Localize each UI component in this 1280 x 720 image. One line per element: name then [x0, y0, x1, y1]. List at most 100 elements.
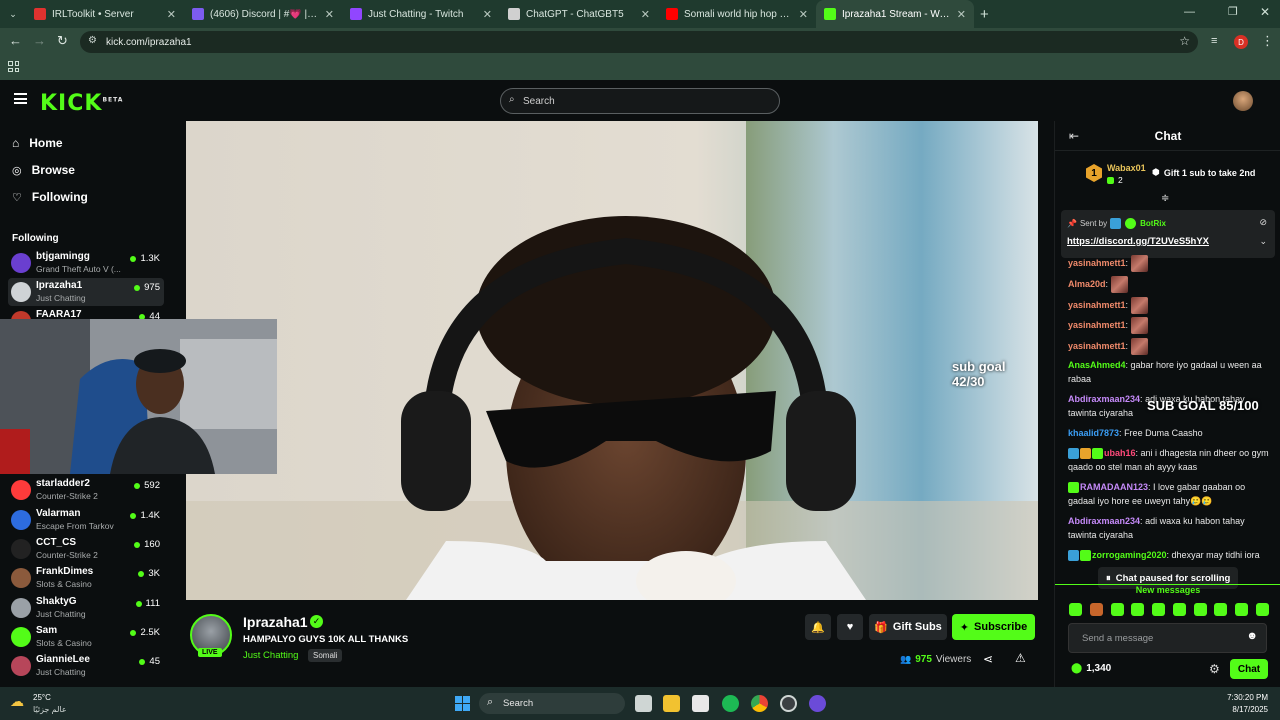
emote-icon[interactable]: [1110, 603, 1124, 616]
chat-message[interactable]: AnasAhmed4: gabar hore iyo gadaal u ween…: [1068, 358, 1274, 386]
chat-message[interactable]: yasinahmett1:: [1068, 338, 1274, 355]
chat-username[interactable]: Abdiraxmaan234: [1068, 394, 1140, 404]
chat-username[interactable]: Abdiraxmaan234: [1068, 516, 1140, 526]
subscribe-button[interactable]: ✦ Subscribe: [952, 614, 1035, 640]
chat-username[interactable]: zorrogaming2020: [1092, 550, 1167, 560]
close-window-button[interactable]: ✕: [1260, 5, 1270, 19]
emote-icon[interactable]: [1069, 603, 1082, 616]
task-view-icon[interactable]: [635, 695, 652, 712]
tab-close-icon[interactable]: ✕: [957, 8, 966, 21]
tab-close-icon[interactable]: ✕: [641, 8, 650, 21]
url-field[interactable]: ⚙ kick.com/iprazaha1 ☆: [80, 31, 1198, 53]
chat-username[interactable]: AnasAhmed4: [1068, 360, 1126, 370]
followed-channel[interactable]: Iprazaha1 Just Chatting 975: [8, 278, 164, 306]
tab-close-icon[interactable]: ✕: [483, 8, 492, 21]
chat-message[interactable]: zorrogaming2020: dhexyar may tidhi iora: [1068, 548, 1274, 562]
pinned-message[interactable]: 📌 Sent by BotRix https://discord.gg/T2UV…: [1061, 210, 1275, 258]
emote-icon[interactable]: [1089, 603, 1103, 616]
chat-message[interactable]: yasinahmett1:: [1068, 317, 1274, 334]
send-chat-button[interactable]: Chat: [1230, 659, 1268, 679]
followed-channel[interactable]: Sam Slots & Casino 2.5K: [8, 623, 164, 651]
taskbar-search[interactable]: ⌕ Search: [479, 693, 625, 714]
site-info-icon[interactable]: ⚙: [88, 35, 97, 46]
nav-browse[interactable]: ◎ Browse: [12, 160, 75, 180]
clock-date[interactable]: 8/17/2025: [1232, 705, 1268, 714]
minimize-button[interactable]: —: [1184, 6, 1195, 18]
followed-channel[interactable]: CCT_CS Counter-Strike 2 160: [8, 535, 164, 563]
nav-following[interactable]: ♡ Following: [12, 187, 88, 207]
clock-time[interactable]: 7:30:20 PM: [1227, 693, 1268, 702]
search-input[interactable]: ⌕ Search: [500, 88, 780, 114]
followed-channel[interactable]: GiannieLee Just Chatting 45: [8, 652, 164, 680]
back-arrow-icon[interactable]: ←: [9, 33, 22, 48]
tab-close-icon[interactable]: ✕: [325, 8, 334, 21]
browser-tab[interactable]: Somali world hip hop Tonight ✕: [658, 0, 816, 28]
browser-menu-icon[interactable]: ⋮: [1261, 33, 1274, 49]
chat-username[interactable]: yasinahmett1: [1068, 300, 1126, 310]
start-windows-icon[interactable]: [455, 696, 470, 711]
followed-channel[interactable]: ShaktyG Just Chatting 111: [8, 594, 164, 622]
emote-icon[interactable]: [1235, 603, 1249, 616]
report-warning-icon[interactable]: ⚠: [1015, 651, 1026, 665]
apps-grid-icon[interactable]: [8, 61, 19, 72]
user-avatar[interactable]: [1233, 91, 1253, 111]
chrome-profile-icon[interactable]: [780, 695, 797, 712]
chat-username[interactable]: yasinahmett1: [1068, 320, 1126, 330]
chat-settings-gear-icon[interactable]: ⚙: [1209, 662, 1220, 676]
bookmark-star-icon[interactable]: ☆: [1179, 34, 1190, 48]
emoji-icon[interactable]: ☻: [1246, 630, 1258, 642]
chat-message[interactable]: khaalid7873: Free Duma Caasho: [1068, 426, 1274, 440]
chat-username[interactable]: yasinahmett1: [1068, 258, 1126, 268]
reading-list-icon[interactable]: ≡: [1211, 35, 1217, 47]
chat-message[interactable]: Alma20d:: [1068, 276, 1274, 293]
chat-emote[interactable]: [1130, 297, 1148, 314]
picture-in-picture-cam[interactable]: [0, 319, 277, 474]
followed-channel[interactable]: Valarman Escape From Tarkov 1.4K: [8, 506, 164, 534]
channel-points[interactable]: ⬤ 1,340: [1071, 663, 1111, 674]
browser-tab[interactable]: ChatGPT - ChatGBT5 ✕: [500, 0, 658, 28]
app-icon[interactable]: [809, 695, 826, 712]
emote-icon[interactable]: [1214, 603, 1228, 616]
chevron-down-icon[interactable]: ⌄: [1259, 236, 1267, 247]
file-explorer-icon[interactable]: [663, 695, 680, 712]
emote-icon[interactable]: [1172, 603, 1186, 616]
pinned-link[interactable]: https://discord.gg/T2UVeS5hYX: [1067, 236, 1209, 247]
chat-username[interactable]: khaalid7873: [1068, 428, 1119, 438]
followed-channel[interactable]: FrankDimes Slots & Casino 3K: [8, 564, 164, 592]
chat-message[interactable]: RAMADAAN123: I love gabar gaaban oo gada…: [1068, 480, 1274, 508]
chrome-icon[interactable]: [751, 695, 768, 712]
unpin-icon[interactable]: ⊘: [1259, 217, 1267, 228]
expand-chevron-icon[interactable]: ≑: [1161, 193, 1169, 204]
weather-icon[interactable]: ☁: [10, 693, 24, 710]
restore-button[interactable]: ❐: [1228, 5, 1238, 18]
share-icon[interactable]: ⋖: [983, 652, 993, 666]
chat-emote[interactable]: [1130, 255, 1148, 272]
chat-username[interactable]: Alma20d: [1068, 279, 1106, 289]
tab-close-icon[interactable]: ✕: [167, 8, 176, 21]
store-icon[interactable]: [692, 695, 709, 712]
profile-avatar[interactable]: D: [1234, 35, 1248, 49]
tab-search-icon[interactable]: ⌄: [0, 0, 26, 28]
chat-message[interactable]: Abdiraxmaan234: adi waxa ku habon tahay …: [1068, 514, 1274, 542]
spotify-icon[interactable]: [722, 695, 739, 712]
chat-emote[interactable]: [1110, 276, 1128, 293]
channel-name[interactable]: Iprazaha1: [243, 614, 308, 630]
emote-icon[interactable]: [1131, 603, 1145, 616]
tab-close-icon[interactable]: ✕: [799, 8, 808, 21]
chat-message[interactable]: ubah16: ani i dhagesta nin dheer oo gym …: [1068, 446, 1274, 474]
gift-sub-cta[interactable]: ⬢ Gift 1 sub to take 2nd: [1152, 167, 1255, 178]
emote-icon[interactable]: [1255, 603, 1269, 616]
menu-hamburger-icon[interactable]: [14, 93, 27, 104]
chat-input[interactable]: Send a message ☻: [1068, 623, 1267, 653]
notification-bell-button[interactable]: 🔔: [805, 614, 831, 640]
tag-chip[interactable]: Somali: [308, 649, 343, 662]
browser-tab[interactable]: (4606) Discord | #💗 | STEAR ✕: [184, 0, 342, 28]
forward-arrow-icon[interactable]: →: [33, 33, 46, 48]
chat-username[interactable]: ubah16: [1104, 448, 1136, 458]
category-link[interactable]: Just Chatting: [243, 650, 298, 661]
nav-home[interactable]: ⌂ Home: [12, 133, 63, 153]
kick-logo[interactable]: KICKBETA: [40, 91, 123, 116]
new-tab-button[interactable]: +: [980, 6, 989, 23]
followed-channel[interactable]: starladder2 Counter-Strike 2 592: [8, 476, 164, 504]
video-player[interactable]: sub goal 42/30: [186, 121, 1038, 600]
